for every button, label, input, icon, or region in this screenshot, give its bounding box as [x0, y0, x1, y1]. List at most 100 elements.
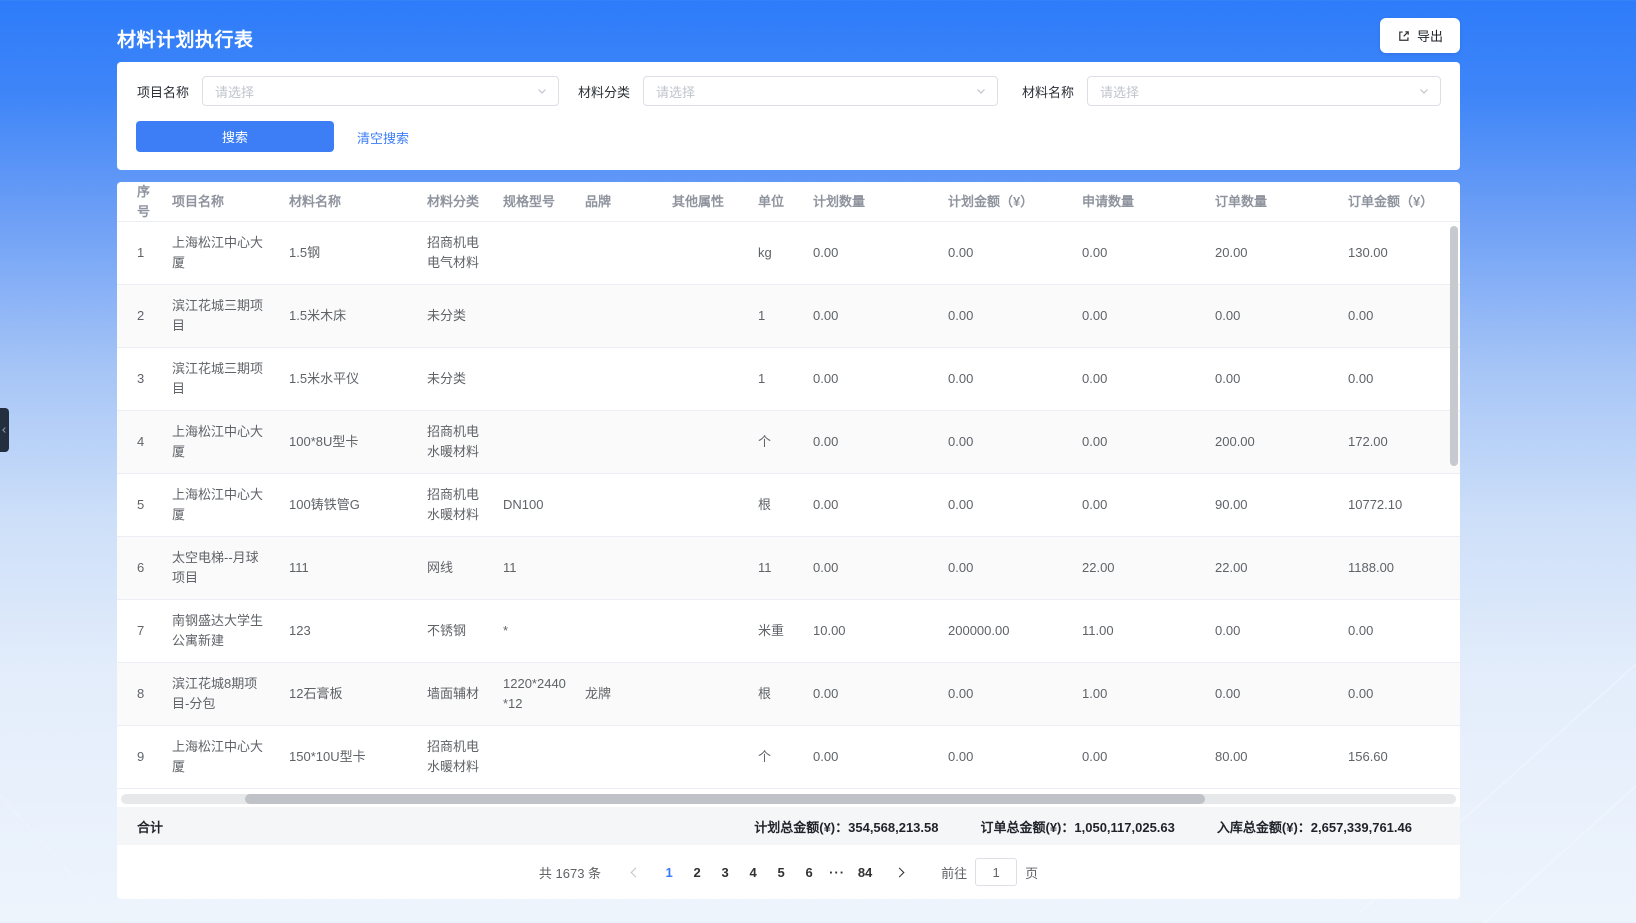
- column-header: 计划数量: [813, 192, 948, 212]
- table-cell: 未分类: [427, 369, 503, 389]
- table-cell: 3: [137, 369, 172, 389]
- project-select[interactable]: 请选择: [202, 76, 559, 106]
- table-cell: 80.00: [1215, 747, 1348, 767]
- table-cell: 0.00: [813, 558, 948, 578]
- horizontal-scrollbar-track[interactable]: [121, 794, 1456, 804]
- table-row: 5上海松江中心大厦100铸铁管G招商机电水暖材料DN100根0.000.000.…: [117, 474, 1460, 537]
- table-cell: kg: [758, 243, 813, 263]
- table-cell: 2: [137, 306, 172, 326]
- column-header: 申请数量: [1082, 192, 1215, 212]
- drawer-toggle[interactable]: [0, 408, 9, 452]
- page-number-button[interactable]: 6: [795, 858, 823, 886]
- table-cell: 0.00: [1082, 306, 1215, 326]
- table-cell: 0.00: [813, 684, 948, 704]
- table-cell: 米重: [758, 621, 813, 641]
- table-cell: 10772.10: [1348, 495, 1455, 515]
- table-cell: 0.00: [1082, 369, 1215, 389]
- table-cell: 100铸铁管G: [289, 495, 427, 515]
- table-cell: 0.00: [813, 495, 948, 515]
- total-count: 共 1673 条: [539, 863, 601, 882]
- page-number-button[interactable]: 2: [683, 858, 711, 886]
- table-cell: 5: [137, 495, 172, 515]
- page-number-button[interactable]: 5: [767, 858, 795, 886]
- table-cell: 0.00: [948, 558, 1082, 578]
- table-cell: 0.00: [948, 306, 1082, 326]
- table-row: 1上海松江中心大厦1.5钢招商机电电气材料kg0.000.000.0020.00…: [117, 222, 1460, 285]
- page-number-button[interactable]: 84: [851, 858, 879, 886]
- table-cell: 11.00: [1082, 621, 1215, 641]
- column-header: 订单数量: [1215, 192, 1348, 212]
- table-cell: 龙牌: [585, 684, 672, 704]
- table-cell: 0.00: [1348, 684, 1455, 704]
- table-cell: 0.00: [1082, 243, 1215, 263]
- table-cell: 0.00: [1348, 306, 1455, 326]
- next-page-button[interactable]: [885, 858, 913, 886]
- table-header-row: 序号项目名称材料名称材料分类规格型号品牌其他属性单位计划数量计划金额（¥）申请数…: [117, 182, 1460, 222]
- column-header: 项目名称: [172, 192, 289, 212]
- table-cell: 0.00: [948, 495, 1082, 515]
- table-cell: 1: [137, 243, 172, 263]
- table-cell: DN100: [503, 495, 585, 515]
- pagination: 共 1673 条 123456···84 前往 页: [117, 845, 1460, 899]
- table-cell: 0.00: [813, 243, 948, 263]
- clear-search-link[interactable]: 清空搜索: [357, 128, 409, 147]
- table-cell: 22.00: [1082, 558, 1215, 578]
- inbound-total: 入库总金额(¥)：2,657,339,761.46: [1217, 817, 1412, 836]
- table-cell: 150*10U型卡: [289, 747, 427, 767]
- table-cell: 上海松江中心大厦: [172, 233, 289, 273]
- table-cell: 南钢盛达大学生公寓新建: [172, 611, 289, 651]
- filter-category: 材料分类 请选择: [578, 76, 998, 106]
- table-cell: 1: [758, 369, 813, 389]
- table-cell: 11: [758, 558, 813, 578]
- table-cell: 172.00: [1348, 432, 1455, 452]
- vertical-scrollbar[interactable]: [1450, 226, 1458, 466]
- table-row: 8滨江花城8期项目-分包12石膏板墙面辅材1220*2440*12龙牌根0.00…: [117, 663, 1460, 726]
- goto-page-group: 前往 页: [941, 858, 1038, 886]
- material-table-panel: 序号项目名称材料名称材料分类规格型号品牌其他属性单位计划数量计划金额（¥）申请数…: [117, 182, 1460, 899]
- material-label: 材料名称: [1022, 82, 1074, 101]
- table-cell: 11: [503, 558, 585, 578]
- table-cell: 未分类: [427, 306, 503, 326]
- page-number-button[interactable]: 4: [739, 858, 767, 886]
- page-title: 材料计划执行表: [117, 25, 254, 52]
- column-header: 材料名称: [289, 192, 427, 212]
- table-cell: 0.00: [948, 747, 1082, 767]
- column-header: 品牌: [585, 192, 672, 212]
- export-button[interactable]: 导出: [1380, 18, 1460, 53]
- goto-label: 前往: [941, 863, 967, 882]
- table-cell: 招商机电水暖材料: [427, 737, 503, 777]
- table-cell: 招商机电水暖材料: [427, 422, 503, 462]
- material-select[interactable]: 请选择: [1087, 76, 1441, 106]
- column-header: 计划金额（¥）: [948, 192, 1082, 212]
- table-cell: 0.00: [948, 243, 1082, 263]
- page-number-button[interactable]: 1: [655, 858, 683, 886]
- table-cell: 200.00: [1215, 432, 1348, 452]
- table-row: 6太空电梯--月球项目111网线11110.000.0022.0022.0011…: [117, 537, 1460, 600]
- order-total: 订单总金额(¥)：1,050,117,025.63: [981, 817, 1175, 836]
- search-button[interactable]: 搜索: [136, 121, 334, 152]
- column-header: 规格型号: [503, 192, 585, 212]
- table-cell: 6: [137, 558, 172, 578]
- table-cell: 个: [758, 747, 813, 767]
- table-cell: 0.00: [948, 432, 1082, 452]
- material-placeholder: 请选择: [1100, 82, 1139, 101]
- table-cell: 招商机电电气材料: [427, 233, 503, 273]
- table-cell: 0.00: [948, 369, 1082, 389]
- project-placeholder: 请选择: [215, 82, 254, 101]
- plan-total: 计划总金额(¥)：354,568,213.58: [754, 817, 938, 836]
- horizontal-scrollbar-thumb[interactable]: [245, 794, 1205, 804]
- table-cell: 1188.00: [1348, 558, 1455, 578]
- goto-page-input[interactable]: [975, 858, 1017, 886]
- table-cell: 4: [137, 432, 172, 452]
- prev-page-button[interactable]: [621, 858, 649, 886]
- table-row: 3滨江花城三期项目1.5米水平仪未分类10.000.000.000.000.00: [117, 348, 1460, 411]
- table-cell: 上海松江中心大厦: [172, 485, 289, 525]
- table-cell: 100*8U型卡: [289, 432, 427, 452]
- table-cell: 130.00: [1348, 243, 1455, 263]
- page-number-button[interactable]: 3: [711, 858, 739, 886]
- pagination-ellipsis[interactable]: ···: [823, 858, 851, 886]
- chevron-left-icon: [630, 867, 640, 877]
- category-select[interactable]: 请选择: [643, 76, 998, 106]
- column-header: 单位: [758, 192, 813, 212]
- table-cell: 7: [137, 621, 172, 641]
